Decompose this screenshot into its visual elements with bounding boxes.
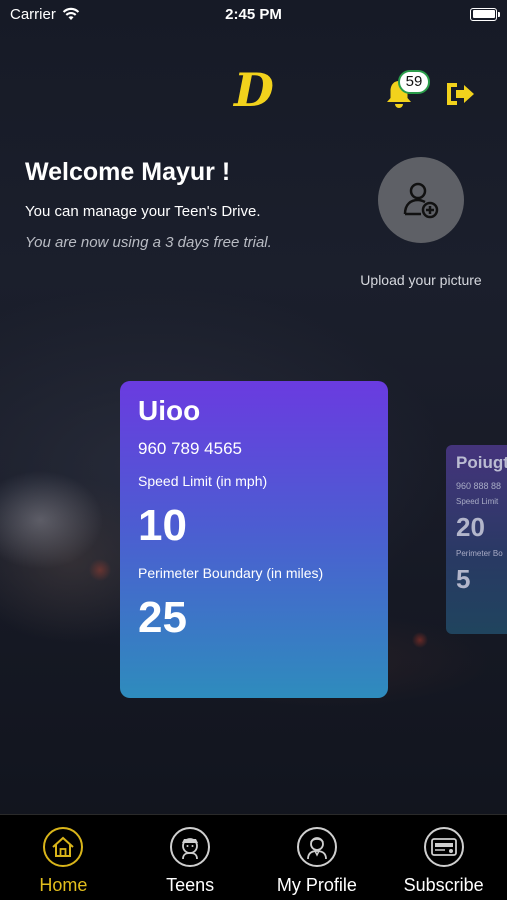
upload-picture-label[interactable]: Upload your picture — [348, 272, 494, 288]
app-logo: D — [234, 63, 274, 117]
bottom-tab-bar: Home Teens My Profile Subscribe — [0, 814, 507, 900]
teen-icon — [170, 827, 211, 867]
status-time: 2:45 PM — [225, 5, 282, 23]
battery-icon — [470, 7, 500, 21]
notification-count-badge: 59 — [398, 70, 430, 94]
teen-phone: 960 789 4565 — [138, 439, 242, 458]
teen-phone: 960 888 88 — [456, 481, 502, 491]
tab-label: Home — [39, 875, 88, 895]
tab-subscribe[interactable]: Subscribe — [380, 815, 507, 900]
perimeter-value: 25 — [138, 593, 187, 642]
perimeter-label: Perimeter Bo — [456, 549, 503, 558]
speed-limit-value: 20 — [456, 512, 485, 542]
trial-notice: You are now using a 3 days free trial. — [25, 234, 272, 251]
status-bar: Carrier 2:45 PM — [0, 0, 507, 28]
perimeter-label: Perimeter Boundary (in miles) — [138, 565, 324, 581]
tab-my-profile[interactable]: My Profile — [254, 815, 381, 900]
tab-label: My Profile — [276, 875, 357, 895]
speed-limit-label: Speed Limit — [456, 497, 499, 506]
teen-card[interactable]: Uioo 960 789 4565 Speed Limit (in mph) 1… — [120, 381, 388, 698]
perimeter-value: 5 — [456, 564, 471, 594]
teen-name: Uioo — [138, 395, 201, 426]
teen-name: Poiugt — [456, 453, 507, 472]
tab-label: Teens — [166, 875, 215, 895]
upload-avatar-button[interactable] — [378, 157, 464, 243]
teen-card[interactable]: Poiugt 960 888 88 Speed Limit 20 Perimet… — [446, 445, 507, 634]
profile-icon — [296, 827, 337, 867]
speed-limit-value: 10 — [138, 501, 187, 550]
tab-label: Subscribe — [403, 875, 484, 895]
home-icon — [43, 827, 84, 867]
speed-limit-label: Speed Limit (in mph) — [138, 473, 268, 489]
tab-teens[interactable]: Teens — [127, 815, 254, 900]
welcome-subtitle: You can manage your Teen's Drive. — [25, 203, 261, 220]
logout-icon[interactable] — [444, 80, 476, 108]
subscribe-icon — [423, 827, 464, 867]
welcome-title: Welcome Mayur ! — [25, 158, 231, 186]
tab-home[interactable]: Home — [0, 815, 127, 900]
add-user-icon — [403, 182, 439, 219]
